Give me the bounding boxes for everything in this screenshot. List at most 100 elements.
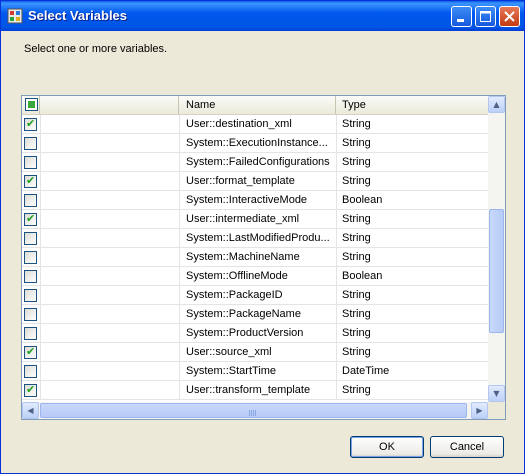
variable-type-cell: String: [342, 289, 371, 301]
chevron-up-icon: ▲: [493, 100, 500, 109]
table-row[interactable]: System::LastModifiedProdu... String: [22, 229, 488, 248]
cancel-button[interactable]: Cancel: [430, 436, 504, 458]
column-divider: [336, 115, 337, 134]
row-checkbox[interactable]: [24, 327, 37, 340]
scroll-right-button[interactable]: ▶: [471, 402, 488, 419]
column-divider: [179, 362, 180, 381]
variable-type-cell: String: [342, 308, 371, 320]
vertical-scroll-thumb[interactable]: [489, 209, 504, 333]
select-all-header[interactable]: [22, 96, 40, 114]
row-checkbox[interactable]: [24, 137, 37, 150]
close-button[interactable]: [499, 6, 520, 27]
table-row[interactable]: ✔ User::intermediate_xml String: [22, 210, 488, 229]
column-divider: [40, 324, 41, 343]
variable-type-cell: String: [342, 156, 371, 168]
column-divider: [40, 191, 41, 210]
row-checkbox[interactable]: ✔: [24, 345, 37, 359]
variable-name-cell: User::destination_xml: [186, 118, 292, 130]
column-divider: [336, 134, 337, 153]
variable-name-cell: System::InteractiveMode: [186, 194, 308, 206]
table-row[interactable]: System::PackageName String: [22, 305, 488, 324]
instruction-text: Select one or more variables.: [24, 43, 168, 55]
variable-type-cell: String: [342, 327, 371, 339]
type-column-header[interactable]: Type: [336, 96, 488, 114]
row-checkbox-cell: [22, 248, 40, 267]
title-bar[interactable]: Select Variables: [1, 1, 524, 31]
table-row[interactable]: System::MachineName String: [22, 248, 488, 267]
chevron-left-icon: ◀: [27, 406, 34, 415]
table-row[interactable]: System::ProductVersion String: [22, 324, 488, 343]
app-icon: [7, 8, 23, 24]
row-checkbox[interactable]: [24, 289, 37, 302]
variable-type-cell: String: [342, 137, 371, 149]
variable-name-cell: System::StartTime: [186, 365, 277, 377]
table-row[interactable]: ✔ User::format_template String: [22, 172, 488, 191]
table-row[interactable]: ✔ User::destination_xml String: [22, 115, 488, 134]
row-checkbox-cell: ✔: [22, 343, 40, 362]
minimize-button[interactable]: [451, 6, 472, 27]
column-divider: [179, 305, 180, 324]
column-divider: [40, 172, 41, 191]
variable-type-cell: Boolean: [342, 194, 383, 206]
column-divider: [336, 153, 337, 172]
horizontal-scrollbar[interactable]: ◀ ▶: [22, 402, 488, 419]
table-row[interactable]: System::InteractiveMode Boolean: [22, 191, 488, 210]
row-checkbox-cell: [22, 324, 40, 343]
maximize-icon: [480, 11, 491, 22]
vertical-scrollbar[interactable]: ▲ ▼: [488, 96, 505, 402]
row-checkbox[interactable]: [24, 251, 37, 264]
variable-type-cell: String: [342, 213, 371, 225]
row-checkbox[interactable]: [24, 308, 37, 321]
table-row[interactable]: ✔ User::source_xml String: [22, 343, 488, 362]
ok-button[interactable]: OK: [350, 436, 424, 458]
scroll-down-button[interactable]: ▼: [488, 385, 505, 402]
table-row[interactable]: System::OfflineMode Boolean: [22, 267, 488, 286]
row-checkbox[interactable]: ✔: [24, 383, 37, 397]
column-divider: [179, 191, 180, 210]
row-checkbox[interactable]: [24, 270, 37, 283]
column-divider: [179, 324, 180, 343]
row-checkbox-cell: [22, 286, 40, 305]
column-divider: [40, 134, 41, 153]
table-row[interactable]: System::StartTime DateTime: [22, 362, 488, 381]
column-divider: [179, 134, 180, 153]
row-checkbox[interactable]: ✔: [24, 117, 37, 131]
column-divider: [336, 191, 337, 210]
row-checkbox-cell: [22, 305, 40, 324]
close-icon: [504, 11, 515, 22]
row-checkbox[interactable]: ✔: [24, 174, 37, 188]
horizontal-scroll-thumb[interactable]: [40, 403, 467, 418]
variable-name-cell: System::PackageID: [186, 289, 283, 301]
row-checkbox-cell: [22, 134, 40, 153]
row-checkbox-cell: [22, 267, 40, 286]
table-row[interactable]: System::FailedConfigurations String: [22, 153, 488, 172]
row-checkbox-cell: ✔: [22, 172, 40, 191]
row-checkbox-cell: ✔: [22, 381, 40, 400]
select-all-checkbox[interactable]: [25, 98, 38, 111]
minimize-icon: [457, 19, 464, 22]
column-divider: [336, 210, 337, 229]
checkmark-icon: ✔: [26, 212, 36, 225]
column-divider: [336, 267, 337, 286]
table-row[interactable]: System::ExecutionInstance... String: [22, 134, 488, 153]
row-checkbox[interactable]: [24, 194, 37, 207]
grip-icon: [249, 410, 256, 416]
column-divider: [336, 324, 337, 343]
variable-name-cell: User::intermediate_xml: [186, 213, 300, 225]
maximize-button[interactable]: [475, 6, 496, 27]
row-checkbox[interactable]: ✔: [24, 212, 37, 226]
column-divider: [179, 153, 180, 172]
row-checkbox[interactable]: [24, 232, 37, 245]
table-row[interactable]: System::PackageID String: [22, 286, 488, 305]
scroll-left-button[interactable]: ◀: [22, 402, 39, 419]
name-column-header[interactable]: Name: [179, 96, 336, 114]
variable-type-cell: String: [342, 251, 371, 263]
column-divider: [336, 248, 337, 267]
scroll-up-button[interactable]: ▲: [488, 96, 505, 113]
row-checkbox[interactable]: [24, 365, 37, 378]
checkmark-icon: ✔: [26, 345, 36, 358]
variable-type-cell: String: [342, 346, 371, 358]
column-divider: [40, 210, 41, 229]
table-row[interactable]: ✔ User::transform_template String: [22, 381, 488, 400]
row-checkbox[interactable]: [24, 156, 37, 169]
